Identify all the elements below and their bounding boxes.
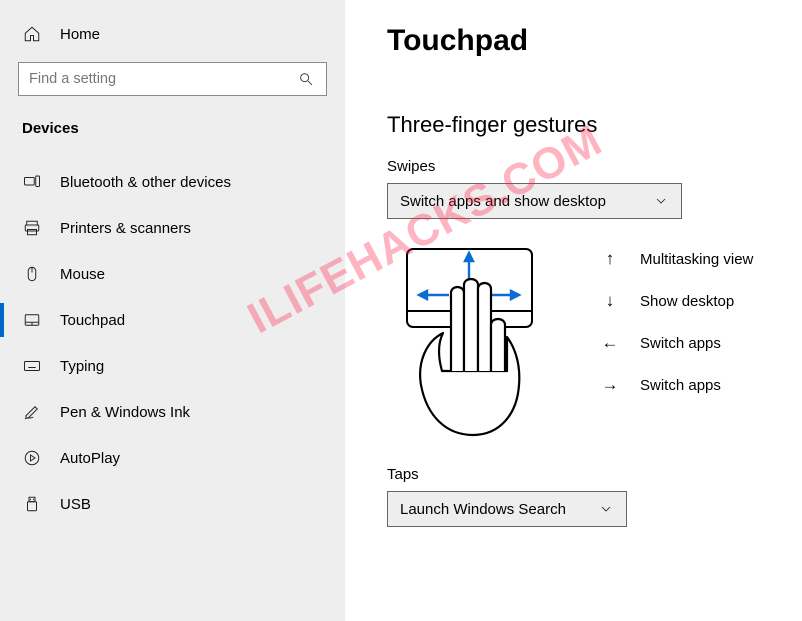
touchpad-icon: [22, 310, 42, 330]
section-heading: Three-finger gestures: [387, 112, 778, 138]
autoplay-icon: [22, 448, 42, 468]
sidebar-item-usb[interactable]: USB: [0, 481, 345, 527]
sidebar-item-label: Pen & Windows Ink: [60, 404, 190, 421]
sidebar-item-printers[interactable]: Printers & scanners: [0, 205, 345, 251]
devices-icon: [22, 172, 42, 192]
swipes-label: Swipes: [387, 158, 778, 175]
printer-icon: [22, 218, 42, 238]
sidebar-section-title: Devices: [18, 116, 327, 159]
sidebar-item-pen[interactable]: Pen & Windows Ink: [0, 389, 345, 435]
swipes-value: Switch apps and show desktop: [400, 193, 606, 210]
gesture-legend: ↑ Multitasking view ↓ Show desktop ← Swi…: [602, 245, 753, 395]
sidebar-item-label: USB: [60, 496, 91, 513]
search-placeholder: Find a setting: [29, 71, 116, 87]
legend-up: ↑ Multitasking view: [602, 249, 753, 269]
sidebar-item-typing[interactable]: Typing: [0, 343, 345, 389]
page-title: Touchpad: [387, 24, 778, 58]
sidebar-item-label: Typing: [60, 358, 104, 375]
taps-label: Taps: [387, 466, 778, 483]
sidebar-item-label: Touchpad: [60, 312, 125, 329]
keyboard-icon: [22, 356, 42, 376]
legend-right-label: Switch apps: [640, 377, 721, 394]
swipes-dropdown[interactable]: Switch apps and show desktop: [387, 183, 682, 219]
usb-icon: [22, 494, 42, 514]
mouse-icon: [22, 264, 42, 284]
chevron-down-icon: [651, 191, 671, 211]
sidebar-item-touchpad[interactable]: Touchpad: [0, 297, 345, 343]
arrow-down-icon: ↓: [602, 291, 618, 311]
legend-down-label: Show desktop: [640, 293, 734, 310]
legend-up-label: Multitasking view: [640, 251, 753, 268]
sidebar-item-label: Mouse: [60, 266, 105, 283]
sidebar: Home Find a setting Devices Bluetooth & …: [0, 0, 345, 621]
sidebar-item-label: Printers & scanners: [60, 220, 191, 237]
sidebar-item-bluetooth[interactable]: Bluetooth & other devices: [0, 159, 345, 205]
sidebar-item-label: AutoPlay: [60, 450, 120, 467]
pen-icon: [22, 402, 42, 422]
home-icon: [22, 24, 42, 44]
legend-left-label: Switch apps: [640, 335, 721, 352]
search-input[interactable]: Find a setting: [18, 62, 327, 96]
arrow-right-icon: →: [602, 375, 618, 395]
legend-right: → Switch apps: [602, 375, 753, 395]
chevron-down-icon: [596, 499, 616, 519]
gesture-illustration: [387, 245, 552, 440]
taps-value: Launch Windows Search: [400, 501, 566, 518]
legend-down: ↓ Show desktop: [602, 291, 753, 311]
arrow-left-icon: ←: [602, 333, 618, 353]
sidebar-item-autoplay[interactable]: AutoPlay: [0, 435, 345, 481]
sidebar-item-mouse[interactable]: Mouse: [0, 251, 345, 297]
home-label: Home: [60, 26, 100, 43]
main-content: Touchpad Three-finger gestures Swipes Sw…: [345, 0, 802, 621]
home-link[interactable]: Home: [18, 18, 327, 62]
arrow-up-icon: ↑: [602, 249, 618, 269]
search-icon: [296, 69, 316, 89]
legend-left: ← Switch apps: [602, 333, 753, 353]
taps-dropdown[interactable]: Launch Windows Search: [387, 491, 627, 527]
sidebar-item-label: Bluetooth & other devices: [60, 174, 231, 191]
